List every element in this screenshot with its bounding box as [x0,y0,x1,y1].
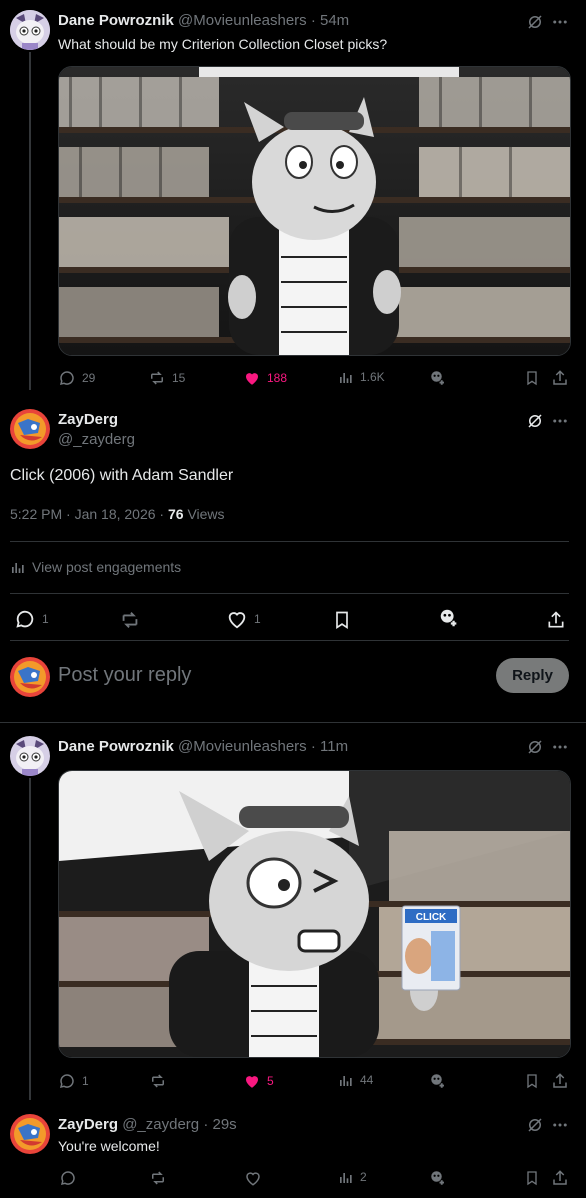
grok-icon[interactable] [525,12,545,32]
avatar[interactable] [10,736,50,776]
bookmark-icon[interactable] [522,1071,542,1091]
reply-input[interactable]: Post your reply [58,664,191,687]
avatar[interactable] [10,10,50,50]
post-text: You're welcome! [58,1138,160,1154]
grok-badge-icon[interactable] [428,368,448,388]
author-name[interactable]: ZayDerg [58,1116,118,1133]
repost-action[interactable] [118,608,142,632]
repost-count: 15 [172,371,186,385]
views-count: 44 [360,1073,374,1087]
reply-action[interactable]: 1 [58,1072,89,1090]
reply-button[interactable]: Reply [496,658,569,693]
divider [10,593,569,594]
dvd-case: CLICK [401,905,461,991]
dvd-title: CLICK [416,912,447,923]
author-handle[interactable]: @Movieunleashers [178,12,307,29]
reply-action[interactable]: 29 [58,369,95,387]
avatar[interactable] [10,1114,50,1154]
post-image[interactable] [58,66,571,356]
share-icon[interactable] [550,368,570,388]
post-meta: 5:22 PM · Jan 18, 2026 · 76 Views [10,506,225,522]
reply-count: 29 [82,371,96,385]
view-engagements-link[interactable]: View post engagements [10,559,181,575]
share-icon[interactable] [544,608,568,632]
grok-icon[interactable] [525,1115,545,1135]
more-icon[interactable] [550,411,570,431]
post-image[interactable]: CLICK [58,770,571,1058]
views-label: Views [183,506,225,522]
avatar [10,657,50,697]
grok-icon[interactable] [525,411,545,431]
author-handle[interactable]: @_zayderg [58,431,135,448]
grok-icon[interactable] [525,737,545,757]
divider [0,722,586,723]
bookmark-icon[interactable] [522,1168,542,1188]
post-header: ZayDerg @_zayderg · 29s [58,1116,237,1133]
post-time[interactable]: 54m [320,12,349,29]
post-text: Click (2006) with Adam Sandler [10,467,234,484]
author-name[interactable]: ZayDerg [58,411,118,428]
post-datetime[interactable]: 5:22 PM · Jan 18, 2026 · [10,506,168,522]
views-action[interactable]: 1.6K [338,369,385,385]
post-header: Dane Powroznik @Movieunleashers · 11m [58,738,349,755]
author-handle[interactable]: @_zayderg [122,1116,199,1133]
bookmark-icon[interactable] [522,368,542,388]
engagements-label: View post engagements [32,559,182,575]
grok-badge-icon[interactable] [437,606,461,630]
like-count: 5 [267,1074,274,1088]
post-text: What should be my Criterion Collection C… [58,36,388,52]
divider [10,541,569,542]
views-count: 2 [360,1170,367,1184]
like-action[interactable]: 188 [243,369,287,387]
reply-count: 1 [82,1074,89,1088]
post-time[interactable]: 29s [212,1116,236,1133]
views-count: 1.6K [360,370,385,384]
like-action[interactable]: 1 [226,608,261,630]
more-icon[interactable] [550,737,570,757]
divider [10,640,569,641]
like-action[interactable]: 5 [243,1072,274,1090]
bookmark-icon[interactable] [330,608,354,632]
like-action[interactable] [243,1168,263,1188]
share-icon[interactable] [550,1071,570,1091]
avatar[interactable] [10,409,50,449]
more-icon[interactable] [550,1115,570,1135]
repost-action[interactable] [148,1168,168,1188]
author-handle[interactable]: @Movieunleashers [178,738,307,755]
thread-line [29,778,31,1100]
thread-line [29,52,31,390]
more-icon[interactable] [550,12,570,32]
reply-count: 1 [42,612,49,626]
post-header: Dane Powroznik @Movieunleashers · 54m [58,12,350,29]
repost-action[interactable]: 15 [148,369,185,387]
views-action[interactable]: 2 [338,1169,367,1185]
share-icon[interactable] [550,1168,570,1188]
like-count: 1 [254,612,261,626]
like-count: 188 [267,371,288,385]
repost-action[interactable] [148,1071,168,1091]
view-count: 76 [167,506,184,522]
reply-action[interactable] [58,1168,78,1188]
grok-badge-icon[interactable] [428,1071,448,1091]
views-action[interactable]: 44 [338,1072,373,1088]
post-time[interactable]: 11m [320,738,348,755]
author-name[interactable]: Dane Powroznik [58,738,174,755]
reply-action[interactable]: 1 [14,608,49,630]
grok-badge-icon[interactable] [428,1168,448,1188]
author-name[interactable]: Dane Powroznik [58,12,174,29]
